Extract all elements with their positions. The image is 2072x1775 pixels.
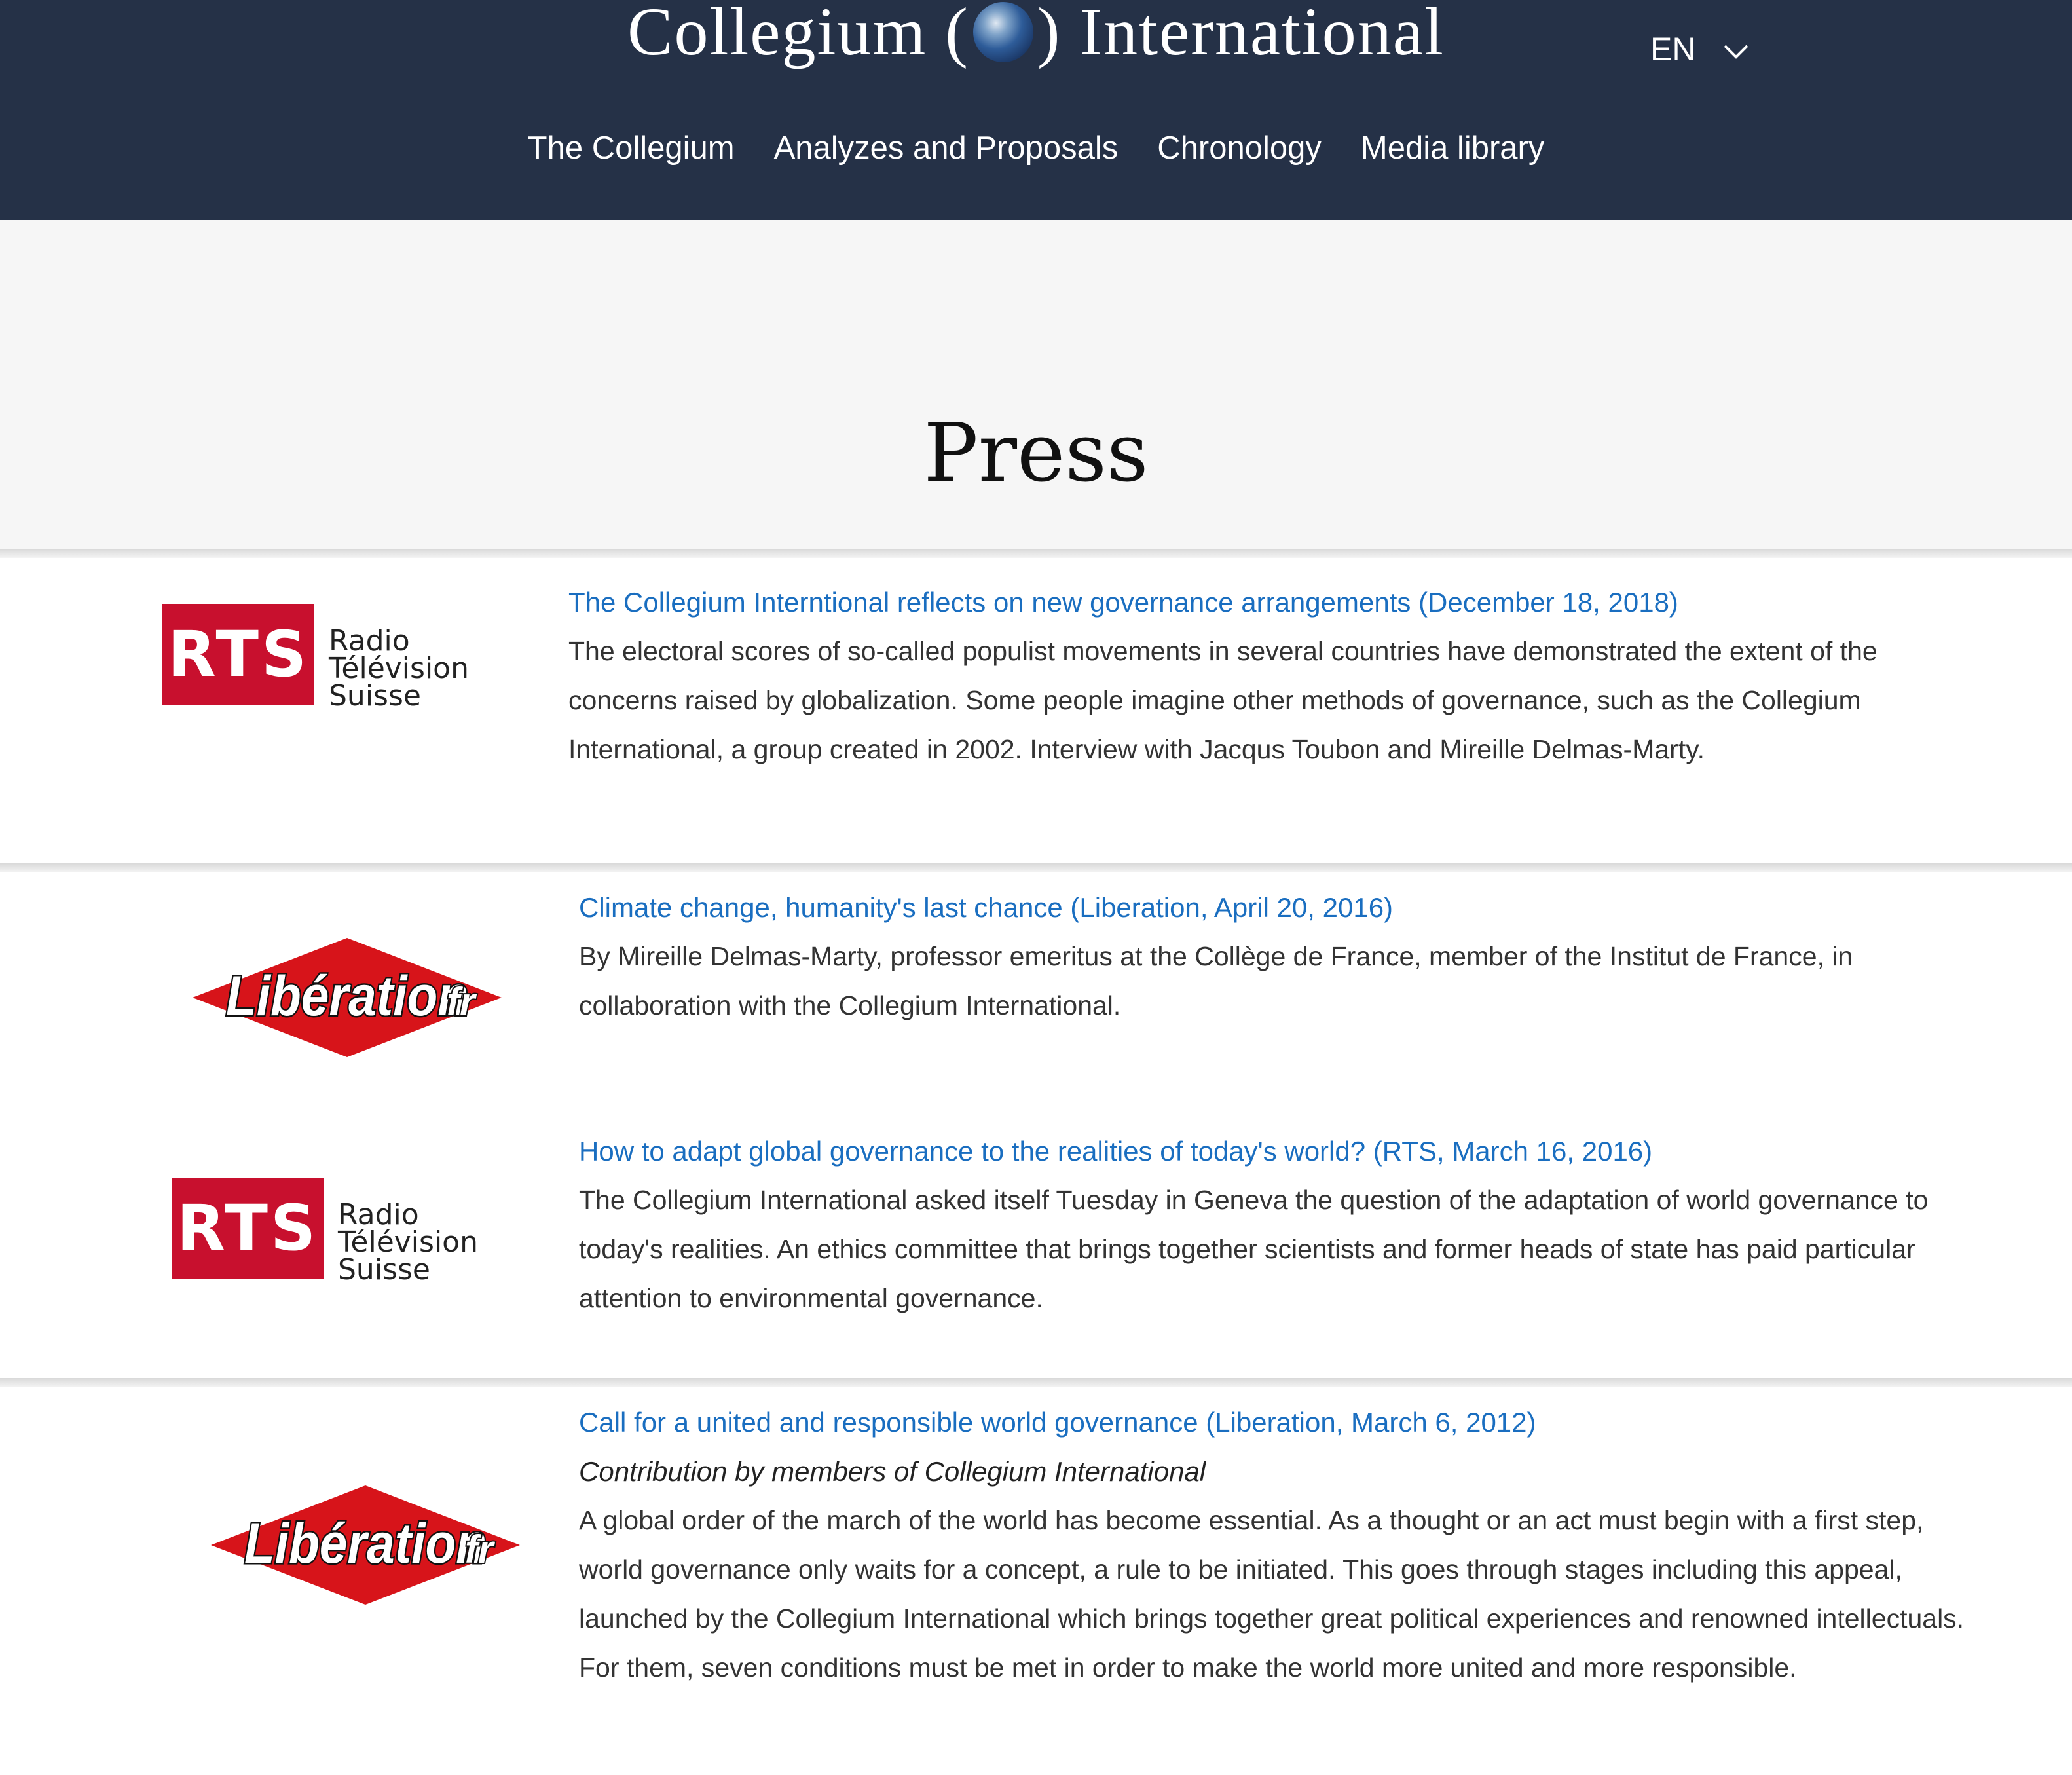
rts-logo-line1: Radio Télévision — [338, 1198, 478, 1259]
article-body: The Collegium International asked itself… — [579, 1185, 1929, 1313]
article-subtitle: Contribution by members of Collegium Int… — [579, 1456, 1206, 1487]
liberation-logo-suffix: fr — [465, 1527, 496, 1571]
article-title-link[interactable]: Climate change, humanity's last chance (… — [579, 883, 1993, 932]
article-item: The Collegium Interntional reflects on n… — [568, 578, 1983, 774]
language-label: EN — [1650, 31, 1696, 67]
site-title-right: International — [1079, 0, 1445, 69]
rts-logo-mark: RTS — [172, 1178, 324, 1279]
rts-logo-line2: Suisse — [329, 679, 421, 713]
nav-analyzes-and-proposals[interactable]: Analyzes and Proposals — [774, 130, 1119, 166]
nav-chronology[interactable]: Chronology — [1157, 130, 1322, 166]
site-title-globe-group: ( ) — [945, 0, 1061, 68]
rts-logo-mark: RTS — [162, 604, 314, 705]
liberation-logo-suffix: fr — [447, 980, 477, 1024]
rts-logo[interactable]: RTS Radio Télévision Suisse — [172, 1178, 551, 1284]
language-selector[interactable]: EN — [1650, 26, 1749, 72]
main-nav: The Collegium Analyzes and Proposals Chr… — [0, 130, 2072, 166]
site-header: Collegium ( ) International EN The Colle… — [0, 0, 2072, 220]
article-body: The electoral scores of so-called populi… — [568, 636, 1878, 764]
page-title: Press — [923, 406, 1149, 500]
rts-logo[interactable]: RTS Radio Télévision Suisse — [162, 604, 542, 711]
site-title-left: Collegium — [627, 0, 927, 69]
section-divider — [0, 1378, 2072, 1387]
liberation-logo[interactable]: Libération fr — [208, 1483, 523, 1607]
article-body: By Mireille Delmas-Marty, professor emer… — [579, 941, 1853, 1020]
site-title[interactable]: Collegium ( ) International — [0, 0, 2072, 68]
nav-the-collegium[interactable]: The Collegium — [528, 130, 735, 166]
rts-logo-line1: Radio Télévision — [329, 624, 469, 685]
article-item: How to adapt global governance to the re… — [579, 1127, 1993, 1323]
article-title-link[interactable]: Call for a united and responsible world … — [579, 1398, 1993, 1447]
article-title-link[interactable]: How to adapt global governance to the re… — [579, 1127, 1993, 1176]
globe-icon — [972, 2, 1033, 62]
section-divider — [0, 549, 2072, 558]
liberation-logo[interactable]: Libération fr — [190, 935, 504, 1060]
article-item: Climate change, humanity's last chance (… — [579, 883, 1993, 1030]
paren-close: ) — [1037, 0, 1062, 69]
rts-logo-text: Radio Télévision Suisse — [338, 1201, 551, 1284]
article-title-link[interactable]: The Collegium Interntional reflects on n… — [568, 578, 1983, 627]
nav-media-library[interactable]: Media library — [1361, 130, 1544, 166]
liberation-logo-wordmark: Libération — [244, 1512, 487, 1575]
chevron-down-icon — [1723, 30, 1749, 68]
paren-open: ( — [945, 0, 969, 69]
section-divider — [0, 863, 2072, 872]
rts-logo-text: Radio Télévision Suisse — [329, 624, 542, 713]
liberation-logo-wordmark: Libération — [226, 965, 468, 1028]
article-item: Call for a united and responsible world … — [579, 1398, 1993, 1692]
rts-logo-line2: Suisse — [338, 1253, 430, 1286]
article-body: A global order of the march of the world… — [579, 1505, 1965, 1683]
